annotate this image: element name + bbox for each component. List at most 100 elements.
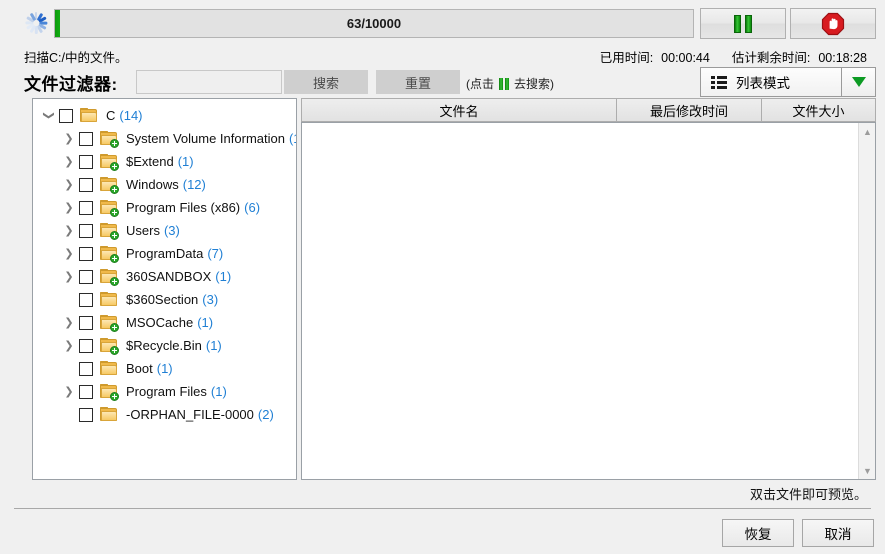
view-mode-value: 列表模式 (736, 76, 790, 91)
tree-item-label: ProgramData (126, 246, 204, 261)
tree-item-count: (7) (207, 246, 224, 261)
tree-item-checkbox[interactable] (79, 177, 93, 192)
chevron-right-icon[interactable]: ❯ (61, 316, 77, 329)
tree-item-checkbox[interactable] (79, 384, 93, 399)
recover-button[interactable]: 恢复 (722, 519, 794, 547)
tree-item-label: Program Files (126, 384, 207, 399)
file-list-panel[interactable]: ▲ ▼ (301, 122, 876, 480)
tree-item[interactable]: ❯ $Recycle.Bin (1) (33, 334, 296, 357)
tree-item-label: 360SANDBOX (126, 269, 212, 284)
chevron-right-icon[interactable]: ❯ (61, 201, 77, 214)
reset-button[interactable]: 重置 (376, 70, 460, 94)
chevron-right-icon[interactable]: ❯ (61, 224, 77, 237)
folder-add-icon (100, 338, 119, 355)
folder-add-icon (100, 223, 119, 240)
chevron-right-icon[interactable]: ❯ (61, 385, 77, 398)
status-line: 扫描C:/中的文件。 已用时间: 00:00:44 估计剩余时间: 00:18:… (0, 44, 885, 66)
tree-item-label: System Volume Information (126, 131, 285, 146)
filter-row: 文件过滤器: 搜索 重置 (点击 去搜索) 列表模式 (0, 66, 885, 98)
elapsed-value: 00:00:44 (661, 51, 710, 65)
column-header-modified[interactable]: 最后修改时间 (616, 98, 761, 122)
tree-item-checkbox[interactable] (79, 269, 93, 284)
scroll-down-icon[interactable]: ▼ (859, 462, 875, 479)
tree-item-count: (12) (182, 177, 206, 192)
scan-progress-bar: 63/10000 (54, 9, 694, 38)
tree-item-checkbox[interactable] (79, 407, 93, 422)
pause-button[interactable] (700, 8, 786, 39)
tree-item-count: (1) (156, 361, 173, 376)
tree-item-checkbox[interactable] (79, 292, 93, 307)
pause-icon (499, 77, 509, 90)
folder-add-icon (100, 269, 119, 286)
scroll-up-icon[interactable]: ▲ (859, 123, 875, 140)
tree-item-checkbox[interactable] (79, 223, 93, 238)
tree-item[interactable]: ❯$360Section(3) (33, 288, 296, 311)
stop-button[interactable] (790, 8, 876, 39)
list-icon (711, 75, 727, 89)
tree-item-checkbox[interactable] (79, 338, 93, 353)
tree-item-checkbox[interactable] (79, 315, 93, 330)
chevron-right-icon[interactable]: ❯ (61, 132, 77, 145)
folder-icon (100, 407, 118, 422)
tree-item[interactable]: ❯ $Extend (1) (33, 150, 296, 173)
tree-item-label: C (106, 108, 116, 123)
tree-item[interactable]: ❯-ORPHAN_FILE-0000(2) (33, 403, 296, 426)
folder-add-icon (100, 154, 119, 171)
tree-item[interactable]: ❯ Users (3) (33, 219, 296, 242)
tree-item[interactable]: ❯ Program Files (x86) (6) (33, 196, 296, 219)
tree-item[interactable]: ❯ Windows (12) (33, 173, 296, 196)
chevron-right-icon[interactable]: ❯ (61, 178, 77, 191)
column-header-filename[interactable]: 文件名 (301, 98, 616, 122)
file-list-headers: 文件名 最后修改时间 文件大小 (301, 98, 876, 122)
chevron-right-icon[interactable]: ❯ (61, 247, 77, 260)
view-mode-select[interactable]: 列表模式 (700, 67, 876, 97)
tree-item[interactable]: ❯ ProgramData (7) (33, 242, 296, 265)
progress-row: 63/10000 (0, 0, 885, 46)
search-button[interactable]: 搜索 (284, 70, 368, 94)
tree-item-count: (1) (210, 384, 227, 399)
cancel-button[interactable]: 取消 (802, 519, 874, 547)
chevron-down-icon[interactable]: ❯ (43, 108, 56, 124)
tree-item[interactable]: ❯ Program Files (1) (33, 380, 296, 403)
folder-add-icon (100, 315, 119, 332)
column-header-size[interactable]: 文件大小 (761, 98, 876, 122)
tree-item-count: (3) (202, 292, 219, 307)
tree-item[interactable]: ❯ C (14) (33, 104, 296, 127)
file-list-scrollbar[interactable]: ▲ ▼ (858, 123, 875, 479)
chevron-right-icon[interactable]: ❯ (61, 339, 77, 352)
tree-item-checkbox[interactable] (79, 154, 93, 169)
tree-item-checkbox[interactable] (59, 108, 73, 123)
chevron-right-icon[interactable]: ❯ (61, 270, 77, 283)
tree-item-checkbox[interactable] (79, 246, 93, 261)
file-filter-input[interactable] (136, 70, 282, 94)
folder-tree-panel[interactable]: ❯C(14)❯System Volume Information(1)❯$Ext… (32, 98, 297, 480)
elapsed-label: 已用时间: (599, 51, 654, 65)
filter-hint-suffix: 去搜索) (514, 77, 554, 91)
preview-hint: 双击文件即可预览。 (749, 487, 867, 502)
tree-item-checkbox[interactable] (79, 361, 93, 376)
remaining-label: 估计剩余时间: (731, 51, 811, 65)
folder-add-icon (100, 384, 119, 401)
scan-dialog: 63/10000 扫描C:/中的文件。 已用时间: 00:00:44 估计剩余时… (0, 0, 885, 554)
tree-item[interactable]: ❯ System Volume Information(1) (33, 127, 296, 150)
scan-status-text: 扫描C:/中的文件。 (24, 51, 128, 65)
chevron-down-icon[interactable] (841, 68, 875, 96)
time-group: 已用时间: 00:00:44 估计剩余时间: 00:18:28 (600, 47, 867, 66)
tree-item-count: (1) (197, 315, 214, 330)
tree-item[interactable]: ❯Boot(1) (33, 357, 296, 380)
tree-item-label: $360Section (126, 292, 199, 307)
tree-item-checkbox[interactable] (79, 200, 93, 215)
tree-item[interactable]: ❯ MSOCache (1) (33, 311, 296, 334)
remaining-value: 00:18:28 (818, 51, 867, 65)
tree-item-count: (1) (177, 154, 194, 169)
progress-text: 63/10000 (346, 16, 402, 31)
folder-add-icon (100, 131, 119, 148)
footer-divider (14, 508, 871, 509)
tree-item-label: $Extend (126, 154, 174, 169)
folder-add-icon (100, 246, 119, 263)
filter-hint: (点击 去搜索) (466, 75, 554, 92)
tree-item-checkbox[interactable] (79, 131, 93, 146)
tree-item[interactable]: ❯ 360SANDBOX (1) (33, 265, 296, 288)
chevron-right-icon[interactable]: ❯ (61, 155, 77, 168)
folder-add-icon (100, 200, 119, 217)
